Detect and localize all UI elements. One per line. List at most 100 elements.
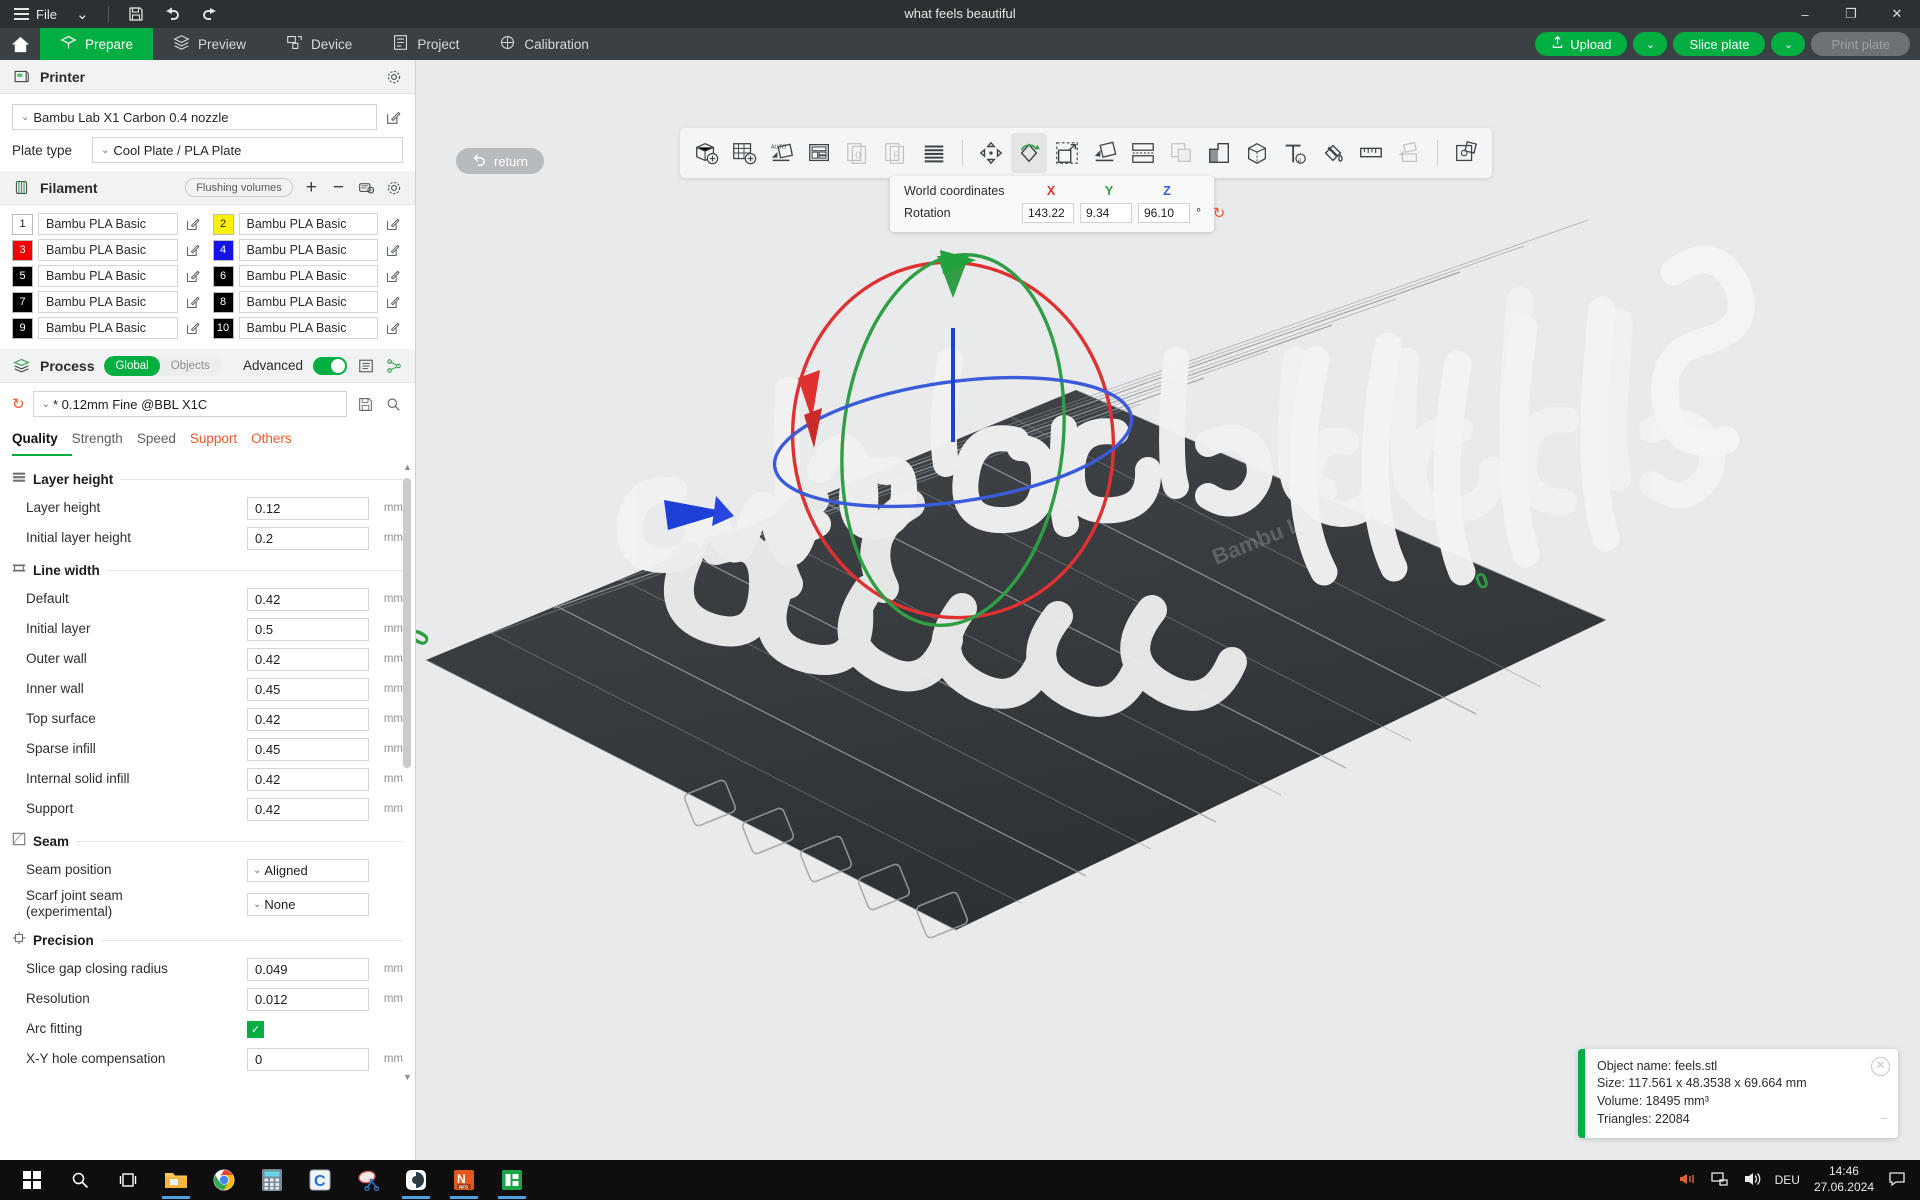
- return-button[interactable]: return: [456, 148, 544, 174]
- close-button[interactable]: ✕: [1874, 0, 1920, 28]
- add-plate-icon[interactable]: [726, 133, 762, 173]
- place-on-face-icon[interactable]: [1087, 133, 1123, 173]
- advanced-toggle[interactable]: [313, 356, 347, 375]
- scrollbar-thumb[interactable]: [403, 478, 411, 768]
- parameter-input[interactable]: 0.5: [247, 617, 369, 641]
- reset-rotation-icon[interactable]: ↻: [1208, 204, 1230, 222]
- cut-icon[interactable]: [1125, 133, 1161, 173]
- taskbar-clock[interactable]: 14:46 27.06.2024: [1814, 1164, 1874, 1195]
- process-tab-speed[interactable]: Speed: [137, 427, 190, 456]
- ams-icon[interactable]: [357, 179, 375, 197]
- home-button[interactable]: [0, 28, 40, 60]
- parameter-input[interactable]: 0.2: [247, 526, 369, 550]
- filament-name[interactable]: Bambu PLA Basic: [238, 291, 378, 313]
- tab-calibration[interactable]: Calibration: [479, 28, 609, 60]
- parameter-select[interactable]: ⌄ None: [247, 892, 369, 916]
- filament-name[interactable]: Bambu PLA Basic: [38, 291, 178, 313]
- print-dropdown-button[interactable]: ⌄: [1771, 32, 1806, 56]
- color-painting-icon[interactable]: [1315, 133, 1351, 173]
- parameter-checkbox[interactable]: ✓: [247, 1020, 264, 1038]
- filament-settings-gear-icon[interactable]: [385, 179, 403, 197]
- tab-device[interactable]: Device: [266, 28, 372, 60]
- parameter-input[interactable]: 0.42: [247, 767, 369, 791]
- filament-edit-icon[interactable]: [383, 295, 403, 309]
- filament-swatch[interactable]: 5: [12, 265, 33, 287]
- file-menu-button[interactable]: File: [8, 4, 63, 25]
- scale-icon[interactable]: [1049, 133, 1085, 173]
- filament-edit-icon[interactable]: [383, 321, 403, 335]
- filament-name[interactable]: Bambu PLA Basic: [38, 213, 178, 235]
- compare-presets-icon[interactable]: [385, 357, 403, 375]
- process-tab-strength[interactable]: Strength: [72, 427, 137, 456]
- filament-name[interactable]: Bambu PLA Basic: [38, 317, 178, 339]
- filament-name[interactable]: Bambu PLA Basic: [238, 317, 378, 339]
- file-explorer-icon[interactable]: [152, 1160, 200, 1200]
- green-app-icon[interactable]: [488, 1160, 536, 1200]
- n-app-icon[interactable]: N NFS: [440, 1160, 488, 1200]
- chrome-icon[interactable]: [200, 1160, 248, 1200]
- upload-button[interactable]: Upload: [1535, 32, 1628, 56]
- chevron-down-icon[interactable]: ⌄: [69, 3, 96, 25]
- filament-swatch[interactable]: 3: [12, 239, 33, 261]
- parameter-input[interactable]: 0.45: [247, 677, 369, 701]
- filament-edit-icon[interactable]: [383, 243, 403, 257]
- text-icon[interactable]: a: [1277, 133, 1313, 173]
- flushing-volumes-button[interactable]: Flushing volumes: [185, 178, 293, 197]
- parameter-input[interactable]: 0.45: [247, 737, 369, 761]
- tab-prepare[interactable]: Prepare: [40, 28, 154, 60]
- filament-edit-icon[interactable]: [383, 269, 403, 283]
- support-painting-icon[interactable]: [1201, 133, 1237, 173]
- filament-swatch[interactable]: 4: [212, 239, 234, 261]
- add-filament-button[interactable]: +: [303, 178, 320, 197]
- c-app-icon[interactable]: C: [296, 1160, 344, 1200]
- process-tab-quality[interactable]: Quality: [12, 427, 72, 456]
- tray-overflow-icon[interactable]: [1679, 1171, 1697, 1190]
- redo-icon[interactable]: [194, 5, 225, 24]
- process-scope-toggle[interactable]: Global Objects: [104, 355, 221, 376]
- printer-settings-gear-icon[interactable]: [385, 68, 403, 86]
- auto-arrange-icon[interactable]: AUTO: [764, 133, 800, 173]
- filament-edit-icon[interactable]: [383, 217, 403, 231]
- plate-type-select[interactable]: ⌄ Cool Plate / PLA Plate: [92, 137, 403, 163]
- scope-global-option[interactable]: Global: [104, 355, 160, 376]
- notifications-icon[interactable]: [1888, 1171, 1906, 1190]
- move-icon[interactable]: [973, 133, 1009, 173]
- filament-edit-icon[interactable]: [183, 321, 203, 335]
- filament-name[interactable]: Bambu PLA Basic: [238, 213, 378, 235]
- reset-preset-icon[interactable]: ↻: [12, 395, 25, 413]
- rotation-x-input[interactable]: 143.22: [1022, 203, 1074, 223]
- filament-swatch[interactable]: 6: [212, 265, 234, 287]
- filament-edit-icon[interactable]: [183, 295, 203, 309]
- filament-swatch[interactable]: 10: [212, 317, 234, 339]
- rotation-z-input[interactable]: 96.10: [1138, 203, 1190, 223]
- restore-button[interactable]: ❐: [1828, 0, 1874, 28]
- parameter-input[interactable]: 0.42: [247, 797, 369, 821]
- process-preset-select[interactable]: ⌄ * 0.12mm Fine @BBL X1C: [32, 391, 347, 417]
- parameter-input[interactable]: 0: [247, 1047, 369, 1071]
- arrange-layout-icon[interactable]: [802, 133, 838, 173]
- start-icon[interactable]: [8, 1160, 56, 1200]
- network-icon[interactable]: [1710, 1171, 1729, 1190]
- filament-name[interactable]: Bambu PLA Basic: [238, 265, 378, 287]
- object-info-close-button[interactable]: ✕: [1871, 1056, 1890, 1076]
- slice-dropdown-button[interactable]: ⌄: [1633, 32, 1668, 56]
- filament-swatch[interactable]: 7: [12, 291, 33, 313]
- scroll-up-arrow[interactable]: ▲: [403, 462, 412, 472]
- 3d-viewport[interactable]: 0 0 Bambu Lab return AUTO 0 P a World co…: [416, 60, 1920, 1160]
- parameters-scrollbar[interactable]: ▲ ▼: [403, 462, 412, 1082]
- filament-swatch[interactable]: 2: [212, 213, 234, 235]
- remove-filament-button[interactable]: −: [330, 178, 347, 197]
- seam-painting-icon[interactable]: [1239, 133, 1275, 173]
- parameter-input[interactable]: 0.12: [247, 496, 369, 520]
- filament-edit-icon[interactable]: [183, 243, 203, 257]
- variable-layer-height-icon[interactable]: [916, 133, 952, 173]
- add-object-icon[interactable]: [688, 133, 724, 173]
- scroll-down-arrow[interactable]: ▼: [403, 1072, 412, 1082]
- calculator-icon[interactable]: [248, 1160, 296, 1200]
- minimize-button[interactable]: –: [1782, 0, 1828, 28]
- rotate-icon[interactable]: [1011, 133, 1047, 173]
- snipping-tool-icon[interactable]: [344, 1160, 392, 1200]
- filament-swatch[interactable]: 8: [212, 291, 234, 313]
- parameter-list-icon[interactable]: [357, 357, 375, 375]
- tab-project[interactable]: Project: [372, 28, 479, 60]
